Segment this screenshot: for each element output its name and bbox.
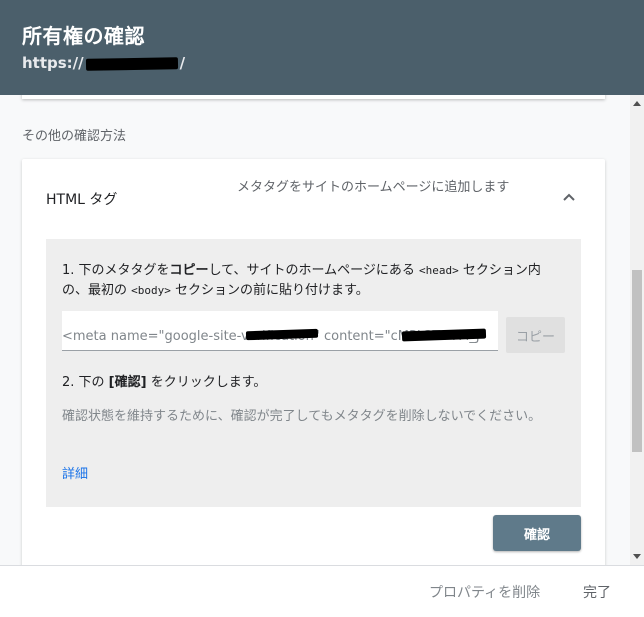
chevron-up-icon[interactable] [559,189,579,205]
previous-method-card [22,95,605,99]
details-link[interactable]: 詳細 [62,463,88,482]
keep-tag-note: 確認状態を維持するために、確認が完了してもメタタグを削除しないでください。 [62,409,542,424]
copy-emphasis: コピー [169,263,209,278]
scrollbar[interactable] [630,95,644,565]
verify-button[interactable]: 確認 [493,515,581,551]
other-methods-label: その他の確認方法 [22,129,127,144]
done-button[interactable]: 完了 [583,582,611,602]
remove-property-button[interactable]: プロパティを削除 [429,582,540,602]
dialog-footer: プロパティを削除 完了 [0,565,644,617]
method-title: HTML タグ [46,192,118,208]
verify-emphasis: [確認] [108,375,147,390]
instructions-panel: 1. 下のメタタグをコピーして、サイトのホームページにある <head> セクシ… [46,239,581,507]
method-description: メタタグをサイトのホームページに追加します [237,180,510,195]
property-url: https:// / [22,54,185,72]
redacted-domain [85,56,178,71]
scroll-down-arrow-icon[interactable] [633,554,641,559]
head-code: <head> [419,264,459,277]
step1-text: 1. 下のメタタグをコピーして、サイトのホームページにある <head> セクシ… [62,263,541,298]
body-code: <body> [131,284,171,297]
scroll-up-arrow-icon[interactable] [633,101,641,106]
dialog-header: 所有権の確認 https:// / [0,0,644,95]
scroll-thumb[interactable] [632,270,642,452]
dialog-title: 所有権の確認 [22,24,145,48]
dialog-content: その他の確認方法 HTML タグ メタタグをサイトのホームページに追加します 1… [0,95,630,565]
meta-tag-field[interactable]: <meta name="google-site-verification" co… [62,311,498,351]
url-prefix: https:// [22,54,84,72]
html-tag-method-card: HTML タグ メタタグをサイトのホームページに追加します 1. 下のメタタグを… [22,159,605,565]
step2-text: 2. 下の [確認] をクリックします。 [62,375,267,390]
url-suffix: / [179,54,186,72]
copy-button[interactable]: コピー [506,317,565,353]
